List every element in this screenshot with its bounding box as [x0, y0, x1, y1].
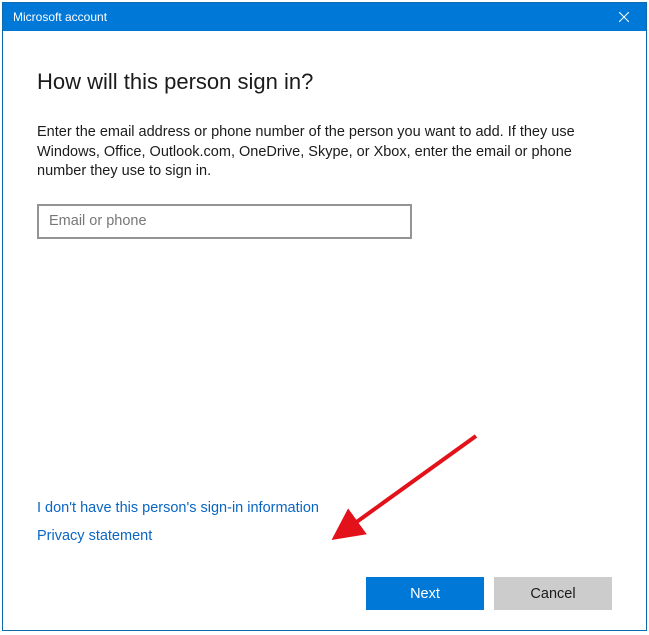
page-heading: How will this person sign in? [37, 69, 612, 95]
button-row: Next Cancel [37, 577, 612, 610]
spacer [37, 259, 612, 499]
instruction-text: Enter the email address or phone number … [37, 123, 597, 182]
cancel-button[interactable]: Cancel [494, 577, 612, 610]
close-button[interactable] [601, 3, 646, 31]
next-button[interactable]: Next [366, 577, 484, 610]
privacy-statement-link[interactable]: Privacy statement [37, 528, 152, 544]
dialog-content: How will this person sign in? Enter the … [3, 31, 646, 630]
window-title: Microsoft account [13, 3, 107, 31]
dialog-window: Microsoft account How will this person s… [2, 2, 647, 631]
links-section: I don't have this person's sign-in infor… [37, 499, 612, 555]
input-container [37, 204, 612, 239]
titlebar: Microsoft account [3, 3, 646, 31]
email-or-phone-input[interactable] [37, 204, 412, 239]
no-signin-info-link[interactable]: I don't have this person's sign-in infor… [37, 500, 319, 516]
close-icon [619, 12, 629, 22]
